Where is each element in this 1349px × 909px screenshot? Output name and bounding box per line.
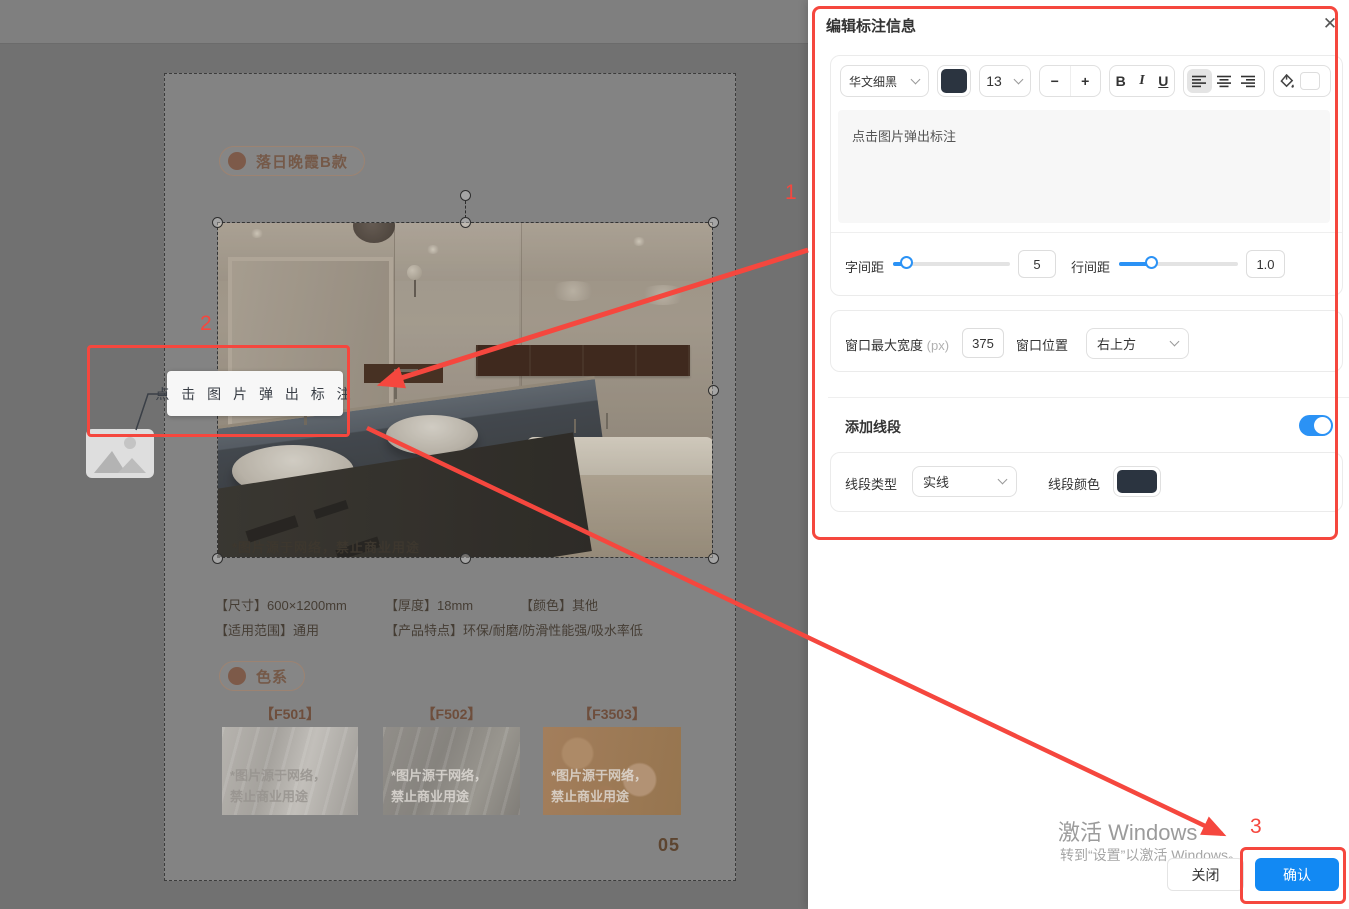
step3-number: 3 <box>1250 815 1262 839</box>
selection-handle[interactable] <box>460 553 471 564</box>
rotation-stem <box>465 201 466 218</box>
align-right-button[interactable] <box>1236 69 1261 93</box>
toggle-knob <box>1314 417 1331 434</box>
confirm-button[interactable]: 确认 <box>1255 858 1339 891</box>
align-right-icon <box>1241 75 1256 88</box>
badge-dot-icon <box>228 152 246 170</box>
align-left-button[interactable] <box>1187 69 1212 93</box>
spec-thickness: 【厚度】18mm <box>385 595 473 614</box>
window-position-select[interactable]: 右上方 <box>1086 328 1189 359</box>
italic-button[interactable]: I <box>1131 66 1152 96</box>
text-color-swatch <box>941 69 967 93</box>
swatch-watermark: *图片源于网络，禁止商业用途 <box>551 765 647 807</box>
fill-color-button[interactable] <box>1273 65 1331 97</box>
panel-title: 编辑标注信息 <box>826 15 916 36</box>
font-family-select[interactable]: 华文细黑 <box>840 65 929 97</box>
letter-spacing-input[interactable] <box>1018 250 1056 278</box>
mountains-sun-icon <box>86 429 154 478</box>
underline-button[interactable]: U <box>1153 66 1174 96</box>
color-series-label: 色系 <box>256 666 288 687</box>
annotation-text-input[interactable]: 点击图片弹出标注 <box>838 110 1330 223</box>
selection-handle[interactable] <box>708 385 719 396</box>
page-number: 05 <box>658 835 680 856</box>
window-width-input[interactable] <box>962 328 1004 358</box>
align-group <box>1183 65 1265 97</box>
font-size-stepper: − + <box>1039 65 1101 97</box>
series-badge-label: 落日晚霞B款 <box>256 151 348 172</box>
spec-scope: 【适用范围】通用 <box>215 620 319 639</box>
slider-handle[interactable] <box>1145 256 1158 269</box>
line-type-value: 实线 <box>923 472 949 491</box>
line-type-label: 线段类型 <box>845 474 897 493</box>
chevron-down-icon <box>1014 74 1024 84</box>
swatch-label: 【F3503】 <box>543 704 681 724</box>
chevron-down-icon <box>1170 337 1180 347</box>
series-badge[interactable]: 落日晚霞B款 <box>219 146 365 176</box>
activate-windows-text: 激活 Windows <box>1058 815 1197 847</box>
swatch-f501[interactable]: *图片源于网络，禁止商业用途 <box>222 727 358 815</box>
window-position-label: 窗口位置 <box>1016 335 1068 354</box>
line-type-select[interactable]: 实线 <box>912 466 1017 497</box>
align-center-button[interactable] <box>1212 69 1237 93</box>
window-position-value: 右上方 <box>1097 334 1136 353</box>
line-height-label: 行间距 <box>1071 257 1110 276</box>
close-icon[interactable]: ✕ <box>1318 12 1342 36</box>
paint-bucket-icon <box>1280 74 1295 89</box>
window-width-label: 窗口最大宽度 (px) <box>845 335 949 354</box>
annotation-tooltip-text: 点 击 图 片 弹 出 标 注 <box>155 384 354 404</box>
selection-handle[interactable] <box>708 553 719 564</box>
swatch-label: 【F501】 <box>222 704 358 724</box>
font-family-value: 华文细黑 <box>841 66 905 96</box>
badge-dot-icon <box>228 667 246 685</box>
add-line-label: 添加线段 <box>845 417 901 437</box>
swatch-watermark: *图片源于网络，禁止商业用途 <box>391 765 487 807</box>
swatch-f502[interactable]: *图片源于网络，禁止商业用途 <box>383 727 520 815</box>
color-series-badge[interactable]: 色系 <box>219 661 305 691</box>
text-color-button[interactable] <box>937 65 971 97</box>
selection-handle[interactable] <box>212 217 223 228</box>
font-size-value: 13 <box>980 66 1008 96</box>
font-size-select[interactable]: 13 <box>979 65 1031 97</box>
spec-size: 【尺寸】600×1200mm <box>215 595 347 614</box>
letter-spacing-label: 字间距 <box>845 257 884 276</box>
line-height-slider[interactable] <box>1119 262 1238 266</box>
selection-handle[interactable] <box>460 217 471 228</box>
swatch-f3503[interactable]: *图片源于网络，禁止商业用途 <box>543 727 681 815</box>
spec-color: 【颜色】其他 <box>520 595 598 614</box>
spec-features: 【产品特点】环保/耐磨/防滑性能强/吸水率低 <box>385 620 643 639</box>
swatch-watermark: *图片源于网络，禁止商业用途 <box>230 765 326 807</box>
fill-color-swatch <box>1300 72 1320 90</box>
selection-handle[interactable] <box>212 553 223 564</box>
selection-handle[interactable] <box>708 217 719 228</box>
step1-number: 1 <box>785 181 797 205</box>
add-line-toggle[interactable] <box>1299 415 1333 436</box>
divider <box>828 397 1349 398</box>
step2-number: 2 <box>200 312 212 336</box>
text-format-group: B I U <box>1109 65 1175 97</box>
bold-button[interactable]: B <box>1110 66 1131 96</box>
px-unit: (px) <box>927 338 949 353</box>
slider-handle[interactable] <box>900 256 913 269</box>
line-height-input[interactable] <box>1246 250 1285 278</box>
chevron-down-icon <box>998 475 1008 485</box>
swatch-label: 【F502】 <box>383 704 520 724</box>
top-toolbar <box>0 0 808 44</box>
letter-spacing-slider[interactable] <box>893 262 1010 266</box>
line-color-swatch <box>1117 470 1157 493</box>
align-left-icon <box>1192 75 1207 88</box>
align-center-icon <box>1217 75 1232 88</box>
decrease-size-button[interactable]: − <box>1040 66 1071 96</box>
increase-size-button[interactable]: + <box>1071 66 1101 96</box>
chevron-down-icon <box>911 74 921 84</box>
image-placeholder-icon[interactable] <box>86 429 154 478</box>
close-button[interactable]: 关闭 <box>1167 858 1244 891</box>
line-color-button[interactable] <box>1113 466 1161 497</box>
selection-handle-rotate[interactable] <box>460 190 471 201</box>
annotation-tooltip[interactable]: 点 击 图 片 弹 出 标 注 <box>167 371 343 416</box>
divider <box>831 232 1342 233</box>
line-color-label: 线段颜色 <box>1048 474 1100 493</box>
